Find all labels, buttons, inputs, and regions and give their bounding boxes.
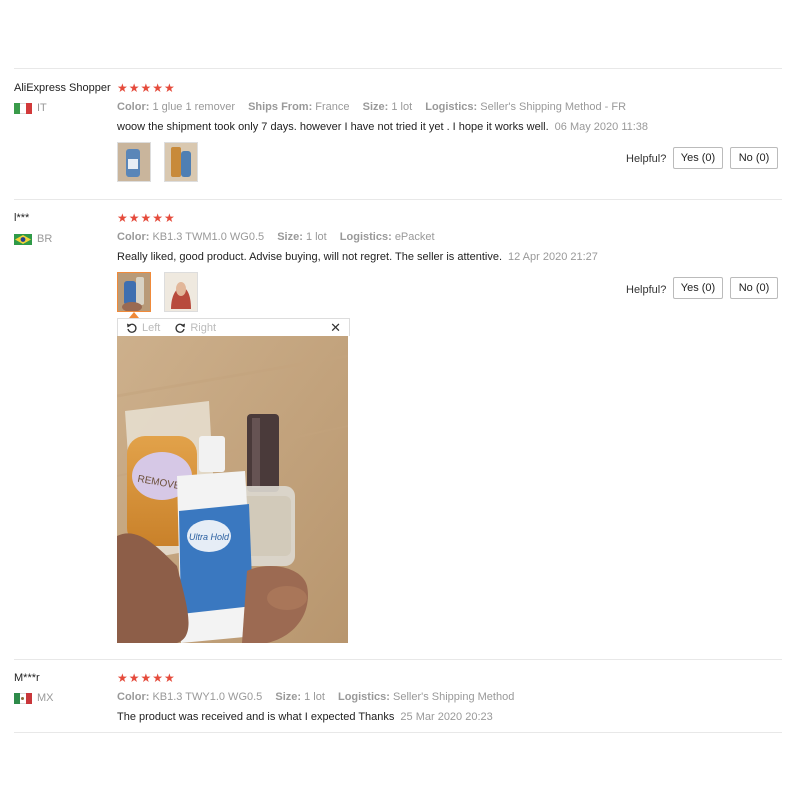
rotate-right-label: Right bbox=[190, 321, 217, 334]
star-rating: ★★★★★ bbox=[117, 81, 176, 95]
review-date: 06 May 2020 11:38 bbox=[554, 121, 649, 133]
svg-text:Ultra Hold: Ultra Hold bbox=[189, 532, 230, 542]
review-photo-thumb[interactable] bbox=[164, 142, 198, 182]
reviewer-name: M***r bbox=[14, 672, 40, 684]
order-attributes: Color: KB1.3 TWM1.0 WG0.5 Size: 1 lot Lo… bbox=[117, 231, 435, 243]
close-icon[interactable]: ✕ bbox=[330, 320, 341, 336]
review-photo-thumb[interactable] bbox=[164, 272, 198, 312]
rotate-right-button[interactable]: Right bbox=[174, 322, 216, 334]
country-code: BR bbox=[37, 233, 53, 245]
divider bbox=[14, 199, 782, 200]
helpful-no-button[interactable]: No (0) bbox=[730, 147, 778, 169]
helpful-no-button[interactable]: No (0) bbox=[730, 277, 778, 299]
reviewer-name: l*** bbox=[14, 212, 30, 224]
country-code: IT bbox=[37, 102, 47, 114]
reviewer-country: IT bbox=[14, 102, 47, 114]
mexico-flag-icon bbox=[14, 692, 32, 704]
order-attributes: Color: KB1.3 TWY1.0 WG0.5 Size: 1 lot Lo… bbox=[117, 691, 515, 703]
divider bbox=[14, 68, 782, 69]
helpful-yes-button[interactable]: Yes (0) bbox=[673, 147, 723, 169]
italy-flag-icon bbox=[14, 102, 32, 114]
rotate-left-button[interactable]: Left bbox=[126, 322, 160, 334]
review-text: Really liked, good product. Advise buyin… bbox=[117, 251, 598, 263]
review-photo-thumb[interactable] bbox=[117, 142, 151, 182]
helpful-yes-button[interactable]: Yes (0) bbox=[673, 277, 723, 299]
country-code: MX bbox=[37, 692, 54, 704]
review-date: 12 Apr 2020 21:27 bbox=[508, 251, 598, 263]
review-text: woow the shipment took only 7 days. howe… bbox=[117, 121, 649, 133]
review-date: 25 Mar 2020 20:23 bbox=[400, 711, 493, 723]
reviewer-country: BR bbox=[14, 233, 52, 245]
star-rating: ★★★★★ bbox=[117, 671, 176, 685]
helpful-label: Helpful? bbox=[626, 284, 667, 296]
divider bbox=[14, 732, 782, 733]
reviewer-name: AliExpress Shopper bbox=[14, 82, 111, 94]
rotate-left-label: Left bbox=[142, 321, 161, 334]
divider bbox=[14, 659, 782, 660]
image-viewer-toolbar: Left Right ✕ bbox=[117, 318, 350, 336]
rotate-right-icon bbox=[175, 323, 186, 333]
order-attributes: Color: 1 glue 1 remover Ships From: Fran… bbox=[117, 101, 627, 113]
review-photo-large: REMOVER Ultra Hold bbox=[117, 336, 348, 643]
reviewer-country: MX bbox=[14, 692, 54, 704]
rotate-left-icon bbox=[127, 323, 137, 333]
brazil-flag-icon bbox=[14, 233, 32, 245]
star-rating: ★★★★★ bbox=[117, 211, 176, 225]
helpful-label: Helpful? bbox=[626, 153, 667, 165]
review-photo-thumb-active[interactable] bbox=[117, 272, 151, 312]
review-text: The product was received and is what I e… bbox=[117, 711, 493, 723]
